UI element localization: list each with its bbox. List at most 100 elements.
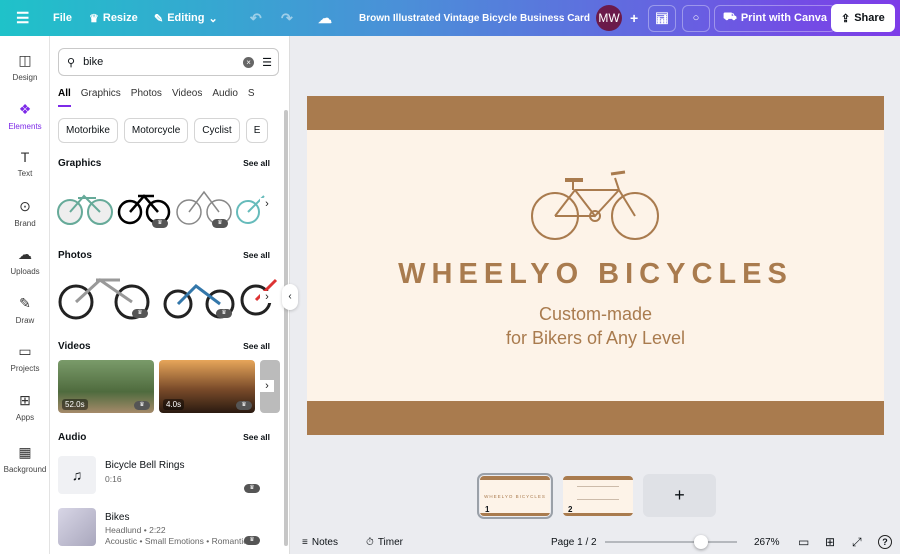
see-all-audio[interactable]: See all [243,432,270,443]
fullscreen-icon[interactable]: ⤢ [852,535,862,550]
audio-header: Audio See all [58,432,270,443]
sidebar-item-projects[interactable]: ▭ Projects [0,343,50,373]
comment-icon[interactable]: ○ [682,4,710,32]
pencil-icon: ✎ [154,12,164,25]
suggestion-chip[interactable]: Cyclist [194,118,240,143]
premium-crown-icon: ♛ [244,484,260,493]
zoom-slider[interactable] [605,535,737,549]
page-thumbnail-2[interactable]: 2 [563,476,633,516]
page-view-icon[interactable]: ▭ [798,535,809,549]
avatar[interactable]: MW [596,5,622,31]
add-page-button[interactable]: + [643,474,716,517]
truck-icon: ⛟ [723,11,737,23]
insights-icon[interactable]: 📊︎ [648,4,676,32]
sidebar-item-elements[interactable]: ❖ Elements [0,101,50,131]
suggestion-chip[interactable]: Motorbike [58,118,118,143]
category-tabs: All Graphics Photos Videos Audio S [58,88,255,107]
zoom-level[interactable]: 267% [754,537,780,548]
bicycle-logo[interactable] [529,168,661,242]
tab-all[interactable]: All [58,88,71,107]
panel-scrollbar[interactable] [284,110,288,546]
help-icon[interactable]: ? [878,535,892,549]
top-bar: ☰ File ♛ Resize ✎ Editing ⌄ ↶ ↷ ☁ Brown Ill… [0,0,900,36]
sidebar-item-uploads[interactable]: ☁ Uploads [0,246,50,276]
videos-header: Videos See all [58,341,270,352]
apps-icon: ⊞ [19,391,31,408]
tab-graphics[interactable]: Graphics [81,88,121,107]
sidebar-item-apps[interactable]: ⊞ Apps [0,392,50,422]
audio-item[interactable]: ♫ Bicycle Bell Rings 0:16 ♛ [58,456,272,498]
tagline-1[interactable]: Custom-made [307,304,884,325]
premium-crown-icon: ♛ [244,536,260,545]
scroll-right-icon[interactable]: › [260,380,274,392]
tab-photos[interactable]: Photos [131,88,162,107]
chevron-down-icon: ⌄ [208,12,218,25]
graphics-row [57,190,265,225]
background-icon: ▦ [18,444,32,460]
document-title[interactable]: Brown Illustrated Vintage Bicycle Busine… [359,13,590,24]
see-all-videos[interactable]: See all [243,341,270,352]
sidebar-item-background[interactable]: ▦ Background [0,444,50,474]
collapse-panel-icon[interactable]: ‹ [282,284,298,310]
tagline-2[interactable]: for Bikers of Any Level [307,328,884,349]
elements-icon: ❖ [18,100,32,117]
scroll-right-icon[interactable]: › [260,291,274,303]
brand-icon: ⊙ [19,197,31,214]
timer-button[interactable]: ⏱ Timer [366,537,403,548]
page-thumbnail-1[interactable]: WHEELYO BICYCLES 1 [477,473,553,519]
see-all-photos[interactable]: See all [243,250,270,261]
notes-icon: ≡ [302,536,308,548]
premium-crown-icon: ♛ [212,219,228,228]
resize-button[interactable]: ♛ Resize [89,12,138,25]
page-indicator[interactable]: Page 1 / 2 [551,537,597,548]
timer-icon: ⏱ [366,536,374,548]
see-all-graphics[interactable]: See all [243,158,270,169]
sidebar-item-design[interactable]: ◫ Design [0,52,50,82]
sidebar-item-brand[interactable]: ⊙ Brand [0,198,50,228]
file-menu[interactable]: File [53,12,72,24]
crown-icon: ♛ [89,12,99,25]
clear-icon[interactable]: × [243,56,255,68]
design-canvas[interactable]: WHEELYO BICYCLES Custom-made for Bikers … [307,96,884,435]
photos-header: Photos See all [58,250,270,261]
cloud-saved-icon[interactable]: ☁ [318,10,332,27]
premium-crown-icon: ♛ [236,401,252,410]
suggestion-chip[interactable]: Motorcycle [123,118,189,143]
upload-icon: ☁ [18,246,32,262]
sidebar-item-draw[interactable]: ✎ Draw [0,295,50,325]
scroll-right-icon[interactable]: › [260,198,274,210]
suggestion-chips: Motorbike Motorcycle Cyclist E [58,118,269,143]
undo-icon[interactable]: ↶ [250,10,262,27]
bottom-band [307,401,884,435]
sidebar-item-text[interactable]: T Text [0,149,50,178]
upload-icon: ⇪ [841,12,851,25]
music-note-icon: ♫ [58,456,96,494]
suggestion-chip[interactable]: E [245,118,269,143]
elements-panel: ⚲ bike × ☰ All Graphics Photos Videos Audio S… [50,36,290,554]
editing-dropdown[interactable]: ✎ Editing ⌄ [154,12,218,25]
bicycle-graphic[interactable] [57,194,113,225]
grid-view-icon[interactable]: ⊞ [825,535,835,549]
layout-icon: ◫ [18,52,32,68]
tab-s[interactable]: S [248,88,255,107]
graphics-header: Graphics See all [58,158,270,169]
text-icon: T [20,149,30,165]
top-band [307,96,884,130]
premium-crown-icon: ♛ [152,219,168,228]
print-button[interactable]: ⛟ Print with Canva [714,4,837,32]
audio-item[interactable]: Bikes Headlund • 2:22 Acoustic • Small E… [58,508,272,548]
menu-icon[interactable]: ☰ [16,9,29,27]
share-button[interactable]: ⇪ Share [831,4,895,32]
add-collaborator-icon[interactable]: + [630,10,638,26]
premium-crown-icon: ♛ [216,309,232,318]
search-input[interactable]: ⚲ bike × ☰ [58,48,279,76]
premium-crown-icon: ♛ [132,309,148,318]
folder-icon: ▭ [18,343,32,359]
redo-icon[interactable]: ↷ [281,10,293,27]
zoom-slider-handle[interactable] [694,535,709,549]
filter-icon[interactable]: ☰ [262,56,272,69]
tab-audio[interactable]: Audio [212,88,238,107]
brand-name[interactable]: WHEELYO BICYCLES [307,258,884,291]
notes-button[interactable]: ≡ Notes [302,537,338,548]
tab-videos[interactable]: Videos [172,88,202,107]
